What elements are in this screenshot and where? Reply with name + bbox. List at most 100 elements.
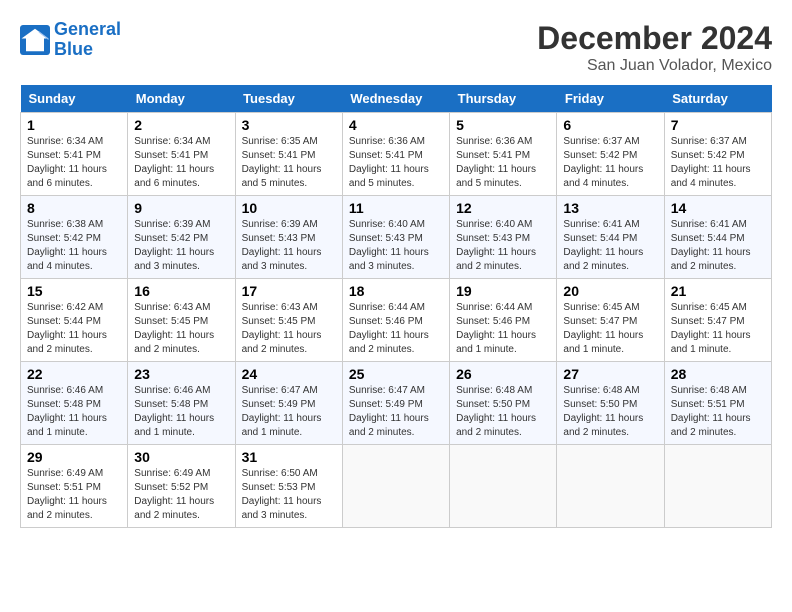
day-number: 11 bbox=[349, 200, 443, 216]
day-number: 4 bbox=[349, 117, 443, 133]
col-header-friday: Friday bbox=[557, 85, 664, 113]
logo-line2: Blue bbox=[54, 39, 93, 59]
day-number: 30 bbox=[134, 449, 228, 465]
col-header-saturday: Saturday bbox=[664, 85, 771, 113]
logo: General Blue bbox=[20, 20, 121, 60]
day-number: 6 bbox=[563, 117, 657, 133]
calendar-cell: 22 Sunrise: 6:46 AMSunset: 5:48 PMDayligh… bbox=[21, 362, 128, 445]
day-number: 24 bbox=[242, 366, 336, 382]
week-row-4: 22 Sunrise: 6:46 AMSunset: 5:48 PMDayligh… bbox=[21, 362, 772, 445]
day-number: 14 bbox=[671, 200, 765, 216]
day-number: 18 bbox=[349, 283, 443, 299]
logo-text: General Blue bbox=[54, 20, 121, 60]
week-row-3: 15 Sunrise: 6:42 AMSunset: 5:44 PMDayligh… bbox=[21, 279, 772, 362]
day-info: Sunrise: 6:43 AMSunset: 5:45 PMDaylight:… bbox=[134, 301, 228, 357]
col-header-thursday: Thursday bbox=[450, 85, 557, 113]
day-info: Sunrise: 6:44 AMSunset: 5:46 PMDaylight:… bbox=[456, 301, 550, 357]
day-number: 20 bbox=[563, 283, 657, 299]
calendar-cell: 6Sunrise: 6:37 AMSunset: 5:42 PMDaylight… bbox=[557, 113, 664, 196]
calendar-cell: 15 Sunrise: 6:42 AMSunset: 5:44 PMDayligh… bbox=[21, 279, 128, 362]
calendar-cell: 27Sunrise: 6:48 AMSunset: 5:50 PMDayligh… bbox=[557, 362, 664, 445]
calendar-cell: 25Sunrise: 6:47 AMSunset: 5:49 PMDayligh… bbox=[342, 362, 449, 445]
col-header-wednesday: Wednesday bbox=[342, 85, 449, 113]
day-number: 3 bbox=[242, 117, 336, 133]
calendar-cell: 24 Sunrise: 6:47 AMSunset: 5:49 PMDayligh… bbox=[235, 362, 342, 445]
logo-icon bbox=[20, 25, 50, 55]
day-number: 9 bbox=[134, 200, 228, 216]
day-info: Sunrise: 6:38 AMSunset: 5:42 PMDaylight:… bbox=[27, 218, 121, 274]
calendar-cell: 23 Sunrise: 6:46 AMSunset: 5:48 PMDayligh… bbox=[128, 362, 235, 445]
calendar-cell: 3 Sunrise: 6:35 AMSunset: 5:41 PMDaylight… bbox=[235, 113, 342, 196]
day-info: Sunrise: 6:49 AMSunset: 5:52 PMDaylight:… bbox=[134, 467, 228, 523]
day-info: Sunrise: 6:40 AMSunset: 5:43 PMDaylight:… bbox=[456, 218, 550, 274]
calendar-cell: 20Sunrise: 6:45 AMSunset: 5:47 PMDayligh… bbox=[557, 279, 664, 362]
day-info: Sunrise: 6:48 AMSunset: 5:50 PMDaylight:… bbox=[563, 384, 657, 440]
day-number: 8 bbox=[27, 200, 121, 216]
day-number: 5 bbox=[456, 117, 550, 133]
calendar-cell bbox=[342, 445, 449, 528]
page-header: General Blue December 2024 San Juan Vola… bbox=[20, 20, 772, 75]
calendar-cell: 26Sunrise: 6:48 AMSunset: 5:50 PMDayligh… bbox=[450, 362, 557, 445]
day-number: 22 bbox=[27, 366, 121, 382]
week-row-2: 8 Sunrise: 6:38 AMSunset: 5:42 PMDaylight… bbox=[21, 196, 772, 279]
day-info: Sunrise: 6:35 AMSunset: 5:41 PMDaylight:… bbox=[242, 135, 336, 191]
calendar-cell: 2Sunrise: 6:34 AMSunset: 5:41 PMDaylight… bbox=[128, 113, 235, 196]
day-number: 21 bbox=[671, 283, 765, 299]
day-info: Sunrise: 6:42 AMSunset: 5:44 PMDaylight:… bbox=[27, 301, 121, 357]
col-header-tuesday: Tuesday bbox=[235, 85, 342, 113]
day-info: Sunrise: 6:46 AMSunset: 5:48 PMDaylight:… bbox=[134, 384, 228, 440]
calendar-cell: 11 Sunrise: 6:40 AMSunset: 5:43 PMDayligh… bbox=[342, 196, 449, 279]
day-number: 31 bbox=[242, 449, 336, 465]
calendar-cell: 1Sunrise: 6:34 AMSunset: 5:41 PMDaylight… bbox=[21, 113, 128, 196]
day-number: 15 bbox=[27, 283, 121, 299]
day-number: 10 bbox=[242, 200, 336, 216]
day-info: Sunrise: 6:36 AMSunset: 5:41 PMDaylight:… bbox=[349, 135, 443, 191]
day-info: Sunrise: 6:41 AMSunset: 5:44 PMDaylight:… bbox=[563, 218, 657, 274]
calendar-cell: 8 Sunrise: 6:38 AMSunset: 5:42 PMDaylight… bbox=[21, 196, 128, 279]
calendar-cell: 16 Sunrise: 6:43 AMSunset: 5:45 PMDayligh… bbox=[128, 279, 235, 362]
day-info: Sunrise: 6:47 AMSunset: 5:49 PMDaylight:… bbox=[242, 384, 336, 440]
col-header-sunday: Sunday bbox=[21, 85, 128, 113]
day-info: Sunrise: 6:40 AMSunset: 5:43 PMDaylight:… bbox=[349, 218, 443, 274]
calendar-cell bbox=[557, 445, 664, 528]
day-info: Sunrise: 6:41 AMSunset: 5:44 PMDaylight:… bbox=[671, 218, 765, 274]
title-block: December 2024 San Juan Volador, Mexico bbox=[537, 20, 772, 75]
week-row-5: 29 Sunrise: 6:49 AMSunset: 5:51 PMDayligh… bbox=[21, 445, 772, 528]
day-info: Sunrise: 6:48 AMSunset: 5:51 PMDaylight:… bbox=[671, 384, 765, 440]
day-info: Sunrise: 6:47 AMSunset: 5:49 PMDaylight:… bbox=[349, 384, 443, 440]
calendar-cell: 17Sunrise: 6:43 AMSunset: 5:45 PMDayligh… bbox=[235, 279, 342, 362]
calendar-cell bbox=[664, 445, 771, 528]
calendar-cell: 14 Sunrise: 6:41 AMSunset: 5:44 PMDayligh… bbox=[664, 196, 771, 279]
calendar-cell: 10 Sunrise: 6:39 AMSunset: 5:43 PMDayligh… bbox=[235, 196, 342, 279]
day-info: Sunrise: 6:49 AMSunset: 5:51 PMDaylight:… bbox=[27, 467, 121, 523]
day-number: 23 bbox=[134, 366, 228, 382]
day-number: 2 bbox=[134, 117, 228, 133]
day-number: 29 bbox=[27, 449, 121, 465]
day-number: 28 bbox=[671, 366, 765, 382]
calendar-cell: 28 Sunrise: 6:48 AMSunset: 5:51 PMDayligh… bbox=[664, 362, 771, 445]
day-info: Sunrise: 6:48 AMSunset: 5:50 PMDaylight:… bbox=[456, 384, 550, 440]
day-info: Sunrise: 6:43 AMSunset: 5:45 PMDaylight:… bbox=[242, 301, 336, 357]
day-info: Sunrise: 6:37 AMSunset: 5:42 PMDaylight:… bbox=[671, 135, 765, 191]
location-title: San Juan Volador, Mexico bbox=[537, 57, 772, 75]
calendar-cell: 18Sunrise: 6:44 AMSunset: 5:46 PMDayligh… bbox=[342, 279, 449, 362]
day-number: 16 bbox=[134, 283, 228, 299]
calendar-cell: 4 Sunrise: 6:36 AMSunset: 5:41 PMDaylight… bbox=[342, 113, 449, 196]
calendar-cell: 5 Sunrise: 6:36 AMSunset: 5:41 PMDaylight… bbox=[450, 113, 557, 196]
calendar-cell: 12 Sunrise: 6:40 AMSunset: 5:43 PMDayligh… bbox=[450, 196, 557, 279]
calendar-cell: 13 Sunrise: 6:41 AMSunset: 5:44 PMDayligh… bbox=[557, 196, 664, 279]
day-number: 13 bbox=[563, 200, 657, 216]
day-info: Sunrise: 6:36 AMSunset: 5:41 PMDaylight:… bbox=[456, 135, 550, 191]
month-title: December 2024 bbox=[537, 20, 772, 57]
day-info: Sunrise: 6:45 AMSunset: 5:47 PMDaylight:… bbox=[671, 301, 765, 357]
calendar-cell: 9Sunrise: 6:39 AMSunset: 5:42 PMDaylight… bbox=[128, 196, 235, 279]
calendar-cell: 7 Sunrise: 6:37 AMSunset: 5:42 PMDaylight… bbox=[664, 113, 771, 196]
day-number: 12 bbox=[456, 200, 550, 216]
day-info: Sunrise: 6:39 AMSunset: 5:43 PMDaylight:… bbox=[242, 218, 336, 274]
calendar-cell: 21 Sunrise: 6:45 AMSunset: 5:47 PMDayligh… bbox=[664, 279, 771, 362]
day-number: 7 bbox=[671, 117, 765, 133]
calendar-table: SundayMondayTuesdayWednesdayThursdayFrid… bbox=[20, 85, 772, 528]
day-number: 19 bbox=[456, 283, 550, 299]
day-info: Sunrise: 6:46 AMSunset: 5:48 PMDaylight:… bbox=[27, 384, 121, 440]
calendar-header-row: SundayMondayTuesdayWednesdayThursdayFrid… bbox=[21, 85, 772, 113]
